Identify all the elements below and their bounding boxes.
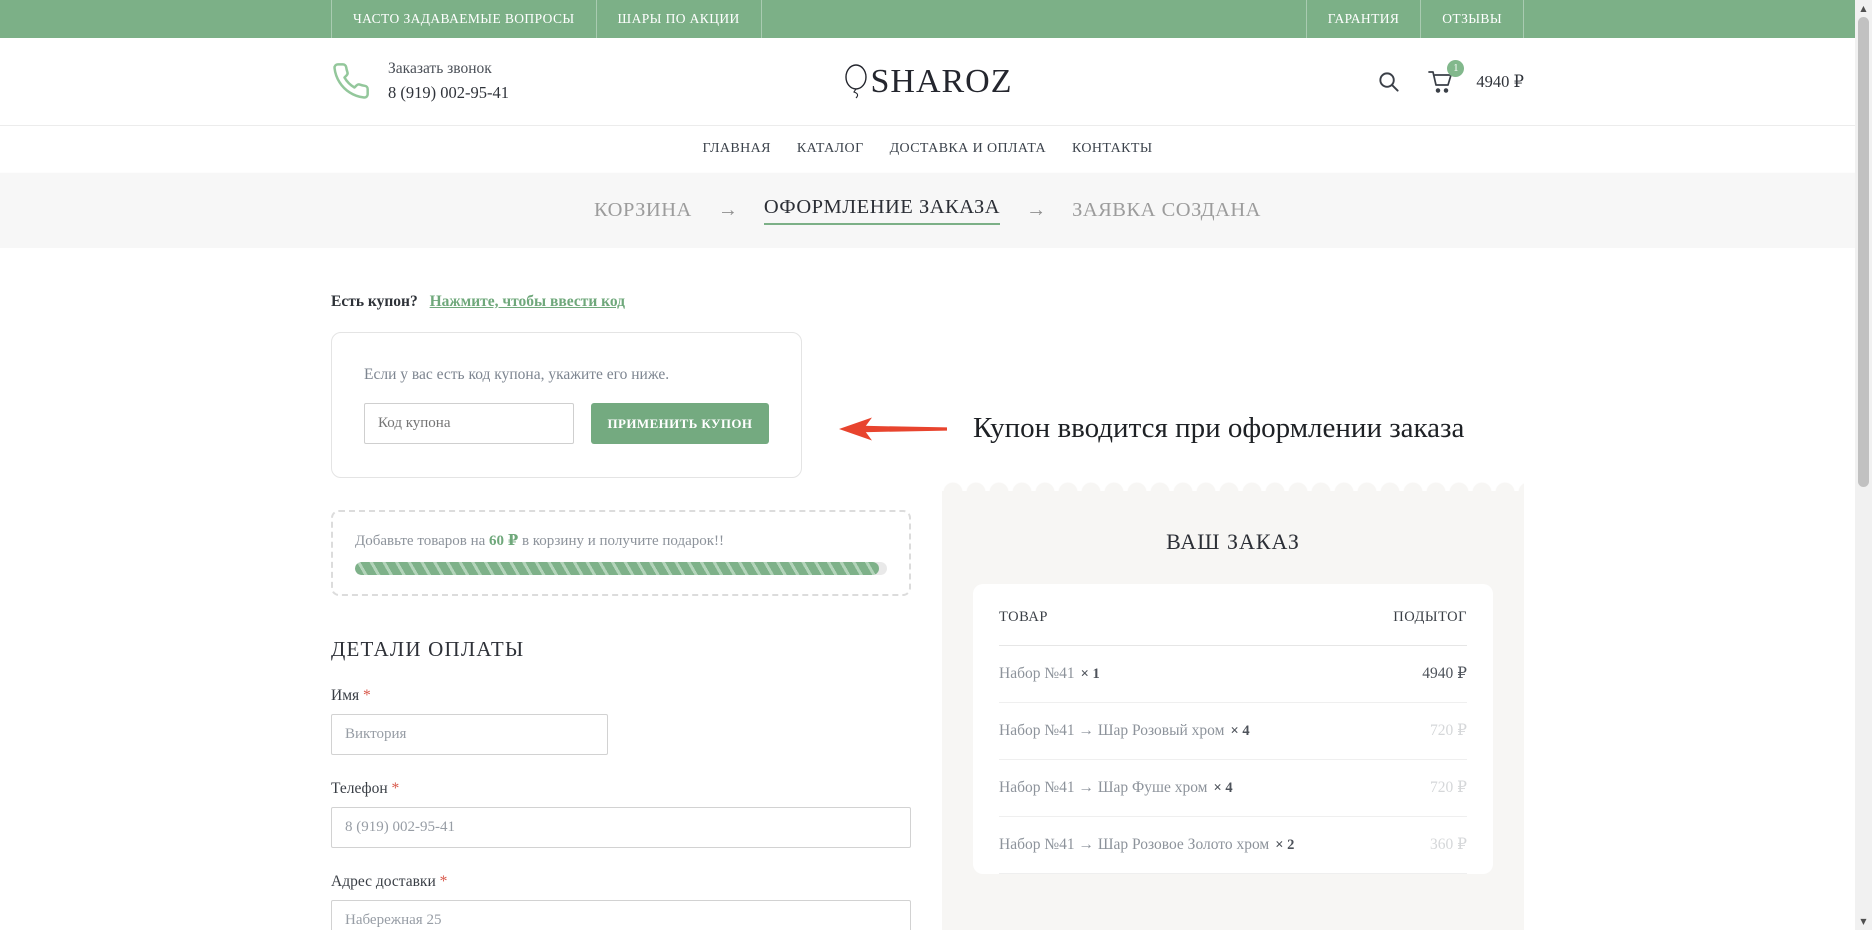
- billing-title: ДЕТАЛИ ОПЛАТЫ: [331, 637, 911, 662]
- cart-count-badge: 1: [1447, 60, 1464, 77]
- gift-progress-box: Добавьте товаров на 60 ₽ в корзину и пол…: [331, 510, 911, 596]
- topbar-link-warranty[interactable]: ГАРАНТИЯ: [1306, 0, 1421, 38]
- required-asterisk: *: [392, 780, 400, 797]
- topbar-left-group: ЧАСТО ЗАДАВАЕМЫЕ ВОПРОСЫ ШАРЫ ПО АКЦИИ: [331, 0, 762, 38]
- balloon-logo-icon: [842, 63, 870, 101]
- phone-field-label: Телефон *: [331, 780, 911, 798]
- step-cart[interactable]: КОРЗИНА: [594, 199, 692, 222]
- topbar: ЧАСТО ЗАДАВАЕМЫЕ ВОПРОСЫ ШАРЫ ПО АКЦИИ Г…: [0, 0, 1855, 38]
- scroll-up-arrow[interactable]: ▲: [1855, 0, 1872, 17]
- step-checkout[interactable]: ОФОРМЛЕНИЕ ЗАКАЗА: [764, 196, 1000, 225]
- address-field[interactable]: [331, 900, 911, 930]
- main-nav: ГЛАВНАЯ КАТАЛОГ ДОСТАВКА И ОПЛАТА КОНТАК…: [0, 125, 1855, 173]
- order-item-price: 360 ₽: [1430, 835, 1467, 854]
- order-item-row: Набор №41× 1 4940 ₽: [999, 646, 1467, 703]
- order-item-row: Набор №41 → Шар Розовый хром× 4 720 ₽: [999, 703, 1467, 760]
- receipt-scallop-edge: [942, 480, 1524, 492]
- topbar-link-reviews[interactable]: ОТЗЫВЫ: [1420, 0, 1524, 38]
- scrollbar[interactable]: ▲ ▼: [1855, 0, 1872, 930]
- coupon-toggle-link[interactable]: Нажмите, чтобы ввести код: [430, 293, 625, 310]
- order-item-row: Набор №41 → Шар Фуше хром× 4 720 ₽: [999, 760, 1467, 817]
- phone-field[interactable]: [331, 807, 911, 848]
- callback-block[interactable]: Заказать звонок 8 (919) 002-95-41: [331, 58, 509, 104]
- logo-text: SHAROZ: [870, 63, 1012, 101]
- coupon-hint: Если у вас есть код купона, укажите его …: [364, 366, 769, 384]
- header: Заказать звонок 8 (919) 002-95-41 SHAROZ: [0, 38, 1855, 125]
- red-arrow-left-icon: [839, 414, 949, 444]
- order-item-price: 720 ₽: [1430, 778, 1467, 797]
- checkout-page: ЧАСТО ЗАДАВАЕМЫЕ ВОПРОСЫ ШАРЫ ПО АКЦИИ Г…: [0, 0, 1855, 930]
- gift-progress-fill: [355, 562, 879, 575]
- coupon-annotation: Купон вводится при оформлении заказа: [839, 412, 1464, 445]
- gift-amount: 60 ₽: [489, 533, 518, 549]
- address-field-label: Адрес доставки *: [331, 873, 911, 891]
- order-title: ВАШ ЗАКАЗ: [942, 491, 1524, 555]
- order-col-subtotal: ПОДЫТОГ: [1393, 609, 1467, 626]
- header-phone-number: 8 (919) 002-95-41: [388, 81, 509, 105]
- topbar-link-faq[interactable]: ЧАСТО ЗАДАВАЕМЫЕ ВОПРОСЫ: [331, 0, 596, 38]
- logo[interactable]: SHAROZ: [842, 63, 1012, 101]
- nav-item-catalog[interactable]: КАТАЛОГ: [797, 141, 864, 157]
- nav-item-delivery[interactable]: ДОСТАВКА И ОПЛАТА: [890, 141, 1046, 157]
- scrollbar-thumb[interactable]: [1858, 17, 1869, 487]
- scroll-down-arrow[interactable]: ▼: [1855, 913, 1872, 930]
- search-icon[interactable]: [1377, 70, 1400, 93]
- coupon-question: Есть купон?: [331, 293, 418, 310]
- annotation-text: Купон вводится при оформлении заказа: [973, 412, 1464, 445]
- coupon-code-input[interactable]: [364, 403, 574, 444]
- order-summary-panel: ВАШ ЗАКАЗ ТОВАР ПОДЫТОГ Набор №41× 1 494…: [942, 491, 1524, 930]
- order-col-product: ТОВАР: [999, 609, 1048, 626]
- arrow-right-icon: →: [718, 199, 738, 222]
- phone-icon: [331, 61, 371, 101]
- nav-item-home[interactable]: ГЛАВНАЯ: [703, 141, 771, 157]
- coupon-form: Если у вас есть код купона, укажите его …: [331, 332, 802, 478]
- gift-text-after: в корзину и получите подарок!!: [518, 533, 724, 549]
- cart-total: 4940 ₽: [1476, 72, 1524, 92]
- checkout-left-column: Есть купон? Нажмите, чтобы ввести код Ес…: [331, 248, 911, 930]
- required-asterisk: *: [363, 687, 371, 704]
- step-order-created: ЗАЯВКА СОЗДАНА: [1072, 199, 1261, 222]
- order-card: ТОВАР ПОДЫТОГ Набор №41× 1 4940 ₽ Набор …: [973, 584, 1493, 874]
- cart-button[interactable]: 1: [1427, 69, 1455, 95]
- gift-text-before: Добавьте товаров на: [355, 533, 489, 549]
- apply-coupon-button[interactable]: ПРИМЕНИТЬ КУПОН: [591, 403, 769, 444]
- callback-label: Заказать звонок: [388, 58, 509, 80]
- nav-item-contacts[interactable]: КОНТАКТЫ: [1072, 141, 1152, 157]
- checkout-steps: КОРЗИНА → ОФОРМЛЕНИЕ ЗАКАЗА → ЗАЯВКА СОЗ…: [0, 173, 1855, 248]
- required-asterisk: *: [440, 873, 448, 890]
- gift-progress-track: [355, 562, 887, 575]
- order-item-price: 720 ₽: [1430, 721, 1467, 740]
- topbar-link-sale-balloons[interactable]: ШАРЫ ПО АКЦИИ: [596, 0, 762, 38]
- order-item-row: Набор №41 → Шар Розовое Золото хром× 2 3…: [999, 817, 1467, 874]
- order-item-price: 4940 ₽: [1422, 664, 1467, 683]
- name-field[interactable]: [331, 714, 608, 755]
- arrow-right-icon: →: [1026, 199, 1046, 222]
- topbar-right-group: ГАРАНТИЯ ОТЗЫВЫ: [1306, 0, 1524, 38]
- name-field-label: Имя *: [331, 687, 911, 705]
